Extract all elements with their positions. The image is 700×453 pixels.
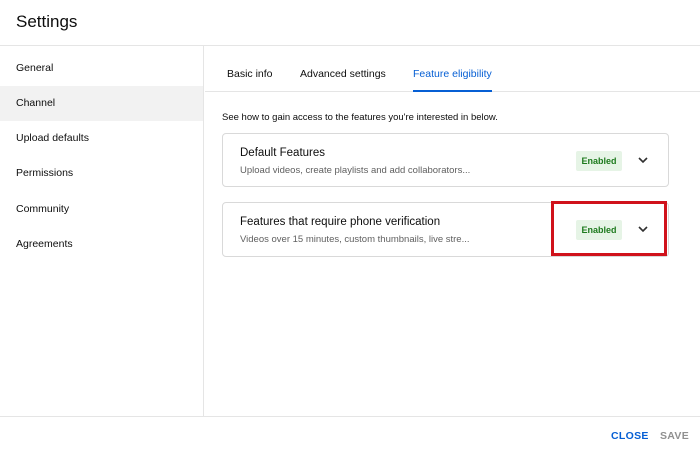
settings-sidebar: General Channel Upload defaults Permissi…	[0, 46, 204, 416]
sidebar-item-community[interactable]: Community	[0, 192, 203, 227]
save-button[interactable]: SAVE	[660, 430, 689, 442]
tab-basic-info[interactable]: Basic info	[227, 46, 273, 92]
card-description: Videos over 15 minutes, custom thumbnail…	[240, 234, 470, 245]
status-badge: Enabled	[576, 151, 622, 171]
close-button[interactable]: CLOSE	[611, 430, 649, 442]
default-features-card[interactable]: Default Features Upload videos, create p…	[222, 133, 669, 187]
sidebar-item-permissions[interactable]: Permissions	[0, 156, 203, 191]
card-title: Default Features	[240, 147, 326, 159]
tab-feature-eligibility[interactable]: Feature eligibility	[413, 46, 492, 92]
tab-label: Advanced settings	[300, 68, 386, 80]
intro-text: See how to gain access to the features y…	[222, 112, 498, 123]
card-title: Features that require phone verification	[240, 216, 441, 228]
sidebar-item-general[interactable]: General	[0, 51, 203, 86]
card-description: Upload videos, create playlists and add …	[240, 165, 471, 176]
dialog-header: Settings	[0, 0, 700, 46]
tab-advanced-settings[interactable]: Advanced settings	[300, 46, 386, 92]
sidebar-item-upload-defaults[interactable]: Upload defaults	[0, 121, 203, 156]
sidebar-item-agreements[interactable]: Agreements	[0, 227, 203, 262]
tab-label: Feature eligibility	[413, 68, 492, 80]
page-title: Settings	[16, 12, 78, 31]
dialog-footer: CLOSE SAVE	[0, 416, 700, 453]
chevron-down-icon[interactable]	[636, 153, 650, 167]
highlight-box	[551, 201, 667, 256]
active-tab-indicator	[413, 90, 492, 92]
tab-bar: Basic info Advanced settings Feature eli…	[205, 46, 700, 92]
sidebar-item-channel[interactable]: Channel	[0, 86, 203, 121]
tab-label: Basic info	[227, 68, 273, 80]
